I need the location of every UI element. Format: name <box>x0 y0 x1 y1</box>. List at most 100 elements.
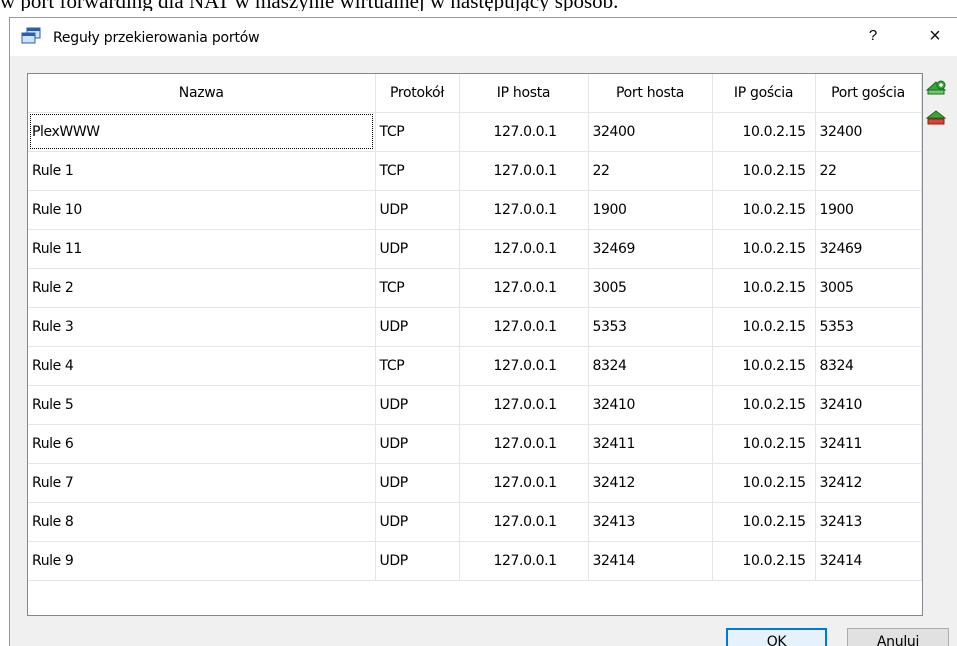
cell-guest-ip[interactable]: 10.0.2.15 <box>712 112 816 152</box>
cell-guest-ip[interactable]: 10.0.2.15 <box>712 385 816 425</box>
cell-protocol[interactable]: UDP <box>375 190 460 230</box>
cell-guest-ip[interactable]: 10.0.2.15 <box>712 502 816 542</box>
column-header-guest-port[interactable]: Port gościa <box>815 74 922 113</box>
table-row[interactable]: Rule 4 TCP 127.0.0.1 8324 10.0.2.15 8324 <box>28 346 922 386</box>
cell-guest-ip[interactable]: 10.0.2.15 <box>712 307 816 347</box>
help-button[interactable]: ? <box>861 23 885 49</box>
column-header-name[interactable]: Nazwa <box>28 74 376 113</box>
cell-name[interactable]: Rule 7 <box>28 463 376 503</box>
cell-host-port[interactable]: 32412 <box>588 463 713 503</box>
cell-guest-port[interactable]: 32412 <box>815 463 922 503</box>
column-header-host-ip[interactable]: IP hosta <box>459 74 589 113</box>
cell-host-port[interactable]: 22 <box>588 151 713 191</box>
cell-name[interactable]: Rule 6 <box>28 424 376 464</box>
port-forwarding-dialog: Reguły przekierowania portów ? × Nazwa P… <box>9 17 957 646</box>
cell-guest-port[interactable]: 32411 <box>815 424 922 464</box>
table-row[interactable]: Rule 10 UDP 127.0.0.1 1900 10.0.2.15 190… <box>28 190 922 230</box>
cell-name[interactable]: Rule 2 <box>28 268 376 308</box>
cell-protocol[interactable]: UDP <box>375 541 460 581</box>
cell-host-port[interactable]: 3005 <box>588 268 713 308</box>
cell-protocol[interactable]: UDP <box>375 307 460 347</box>
cell-guest-port[interactable]: 32414 <box>815 541 922 581</box>
table-row[interactable]: Rule 5 UDP 127.0.0.1 32410 10.0.2.15 324… <box>28 385 922 425</box>
table-row[interactable]: Rule 6 UDP 127.0.0.1 32411 10.0.2.15 324… <box>28 424 922 464</box>
table-row[interactable]: Rule 11 UDP 127.0.0.1 32469 10.0.2.15 32… <box>28 229 922 269</box>
cell-name[interactable]: Rule 11 <box>28 229 376 269</box>
cell-name[interactable]: PlexWWW <box>28 112 376 152</box>
column-header-protocol[interactable]: Protokół <box>375 74 460 113</box>
cell-host-ip[interactable]: 127.0.0.1 <box>459 385 589 425</box>
cell-host-ip[interactable]: 127.0.0.1 <box>459 502 589 542</box>
cell-host-ip[interactable]: 127.0.0.1 <box>459 112 589 152</box>
cell-guest-port[interactable]: 32400 <box>815 112 922 152</box>
cell-protocol[interactable]: TCP <box>375 346 460 386</box>
rules-table: Nazwa Protokół IP hosta Port hosta IP go… <box>28 74 922 581</box>
column-header-host-port[interactable]: Port hosta <box>588 74 713 113</box>
cell-name[interactable]: Rule 5 <box>28 385 376 425</box>
cell-guest-ip[interactable]: 10.0.2.15 <box>712 268 816 308</box>
ok-button[interactable]: OK <box>726 628 827 646</box>
cell-host-ip[interactable]: 127.0.0.1 <box>459 541 589 581</box>
cell-host-port[interactable]: 1900 <box>588 190 713 230</box>
cell-protocol[interactable]: TCP <box>375 151 460 191</box>
cell-name[interactable]: Rule 9 <box>28 541 376 581</box>
cell-name[interactable]: Rule 10 <box>28 190 376 230</box>
table-row[interactable]: Rule 7 UDP 127.0.0.1 32412 10.0.2.15 324… <box>28 463 922 503</box>
cell-protocol[interactable]: TCP <box>375 112 460 152</box>
table-row[interactable]: PlexWWW TCP 127.0.0.1 32400 10.0.2.15 32… <box>28 112 922 152</box>
cell-protocol[interactable]: UDP <box>375 502 460 542</box>
cell-guest-ip[interactable]: 10.0.2.15 <box>712 463 816 503</box>
background-document-text: w port forwarding dla NAT w maszynie wir… <box>0 0 957 11</box>
table-row[interactable]: Rule 9 UDP 127.0.0.1 32414 10.0.2.15 324… <box>28 541 922 581</box>
cell-host-port[interactable]: 32469 <box>588 229 713 269</box>
cell-protocol[interactable]: UDP <box>375 424 460 464</box>
table-row[interactable]: Rule 8 UDP 127.0.0.1 32413 10.0.2.15 324… <box>28 502 922 542</box>
cell-guest-port[interactable]: 32413 <box>815 502 922 542</box>
cell-host-port[interactable]: 32414 <box>588 541 713 581</box>
cell-guest-port[interactable]: 22 <box>815 151 922 191</box>
cell-guest-ip[interactable]: 10.0.2.15 <box>712 229 816 269</box>
cell-protocol[interactable]: UDP <box>375 229 460 269</box>
cell-protocol[interactable]: TCP <box>375 268 460 308</box>
remove-rule-icon[interactable] <box>925 109 947 129</box>
cell-guest-ip[interactable]: 10.0.2.15 <box>712 190 816 230</box>
cell-guest-port[interactable]: 32469 <box>815 229 922 269</box>
cell-host-ip[interactable]: 127.0.0.1 <box>459 307 589 347</box>
cell-host-ip[interactable]: 127.0.0.1 <box>459 346 589 386</box>
cell-guest-ip[interactable]: 10.0.2.15 <box>712 541 816 581</box>
cell-host-ip[interactable]: 127.0.0.1 <box>459 268 589 308</box>
cell-host-port[interactable]: 32400 <box>588 112 713 152</box>
cell-guest-port[interactable]: 3005 <box>815 268 922 308</box>
cell-name[interactable]: Rule 3 <box>28 307 376 347</box>
cell-protocol[interactable]: UDP <box>375 463 460 503</box>
cell-host-ip[interactable]: 127.0.0.1 <box>459 151 589 191</box>
cell-guest-port[interactable]: 32410 <box>815 385 922 425</box>
cell-name[interactable]: Rule 4 <box>28 346 376 386</box>
cell-guest-port[interactable]: 1900 <box>815 190 922 230</box>
cell-protocol[interactable]: UDP <box>375 385 460 425</box>
cell-host-ip[interactable]: 127.0.0.1 <box>459 424 589 464</box>
column-header-guest-ip[interactable]: IP gościa <box>712 74 816 113</box>
cancel-button[interactable]: Anuluj <box>847 628 949 646</box>
cell-host-ip[interactable]: 127.0.0.1 <box>459 229 589 269</box>
cell-host-port[interactable]: 5353 <box>588 307 713 347</box>
table-row[interactable]: Rule 3 UDP 127.0.0.1 5353 10.0.2.15 5353 <box>28 307 922 347</box>
cell-guest-ip[interactable]: 10.0.2.15 <box>712 424 816 464</box>
close-button[interactable]: × <box>920 22 950 50</box>
cell-name[interactable]: Rule 8 <box>28 502 376 542</box>
cell-guest-ip[interactable]: 10.0.2.15 <box>712 346 816 386</box>
cell-host-ip[interactable]: 127.0.0.1 <box>459 463 589 503</box>
cell-host-ip[interactable]: 127.0.0.1 <box>459 190 589 230</box>
cell-host-port[interactable]: 32413 <box>588 502 713 542</box>
table-header-row: Nazwa Protokół IP hosta Port hosta IP go… <box>28 74 922 113</box>
cell-host-port[interactable]: 32411 <box>588 424 713 464</box>
cell-name[interactable]: Rule 1 <box>28 151 376 191</box>
table-row[interactable]: Rule 1 TCP 127.0.0.1 22 10.0.2.15 22 <box>28 151 922 191</box>
cell-guest-port[interactable]: 8324 <box>815 346 922 386</box>
add-rule-icon[interactable] <box>925 79 947 99</box>
cell-host-port[interactable]: 32410 <box>588 385 713 425</box>
cell-host-port[interactable]: 8324 <box>588 346 713 386</box>
cell-guest-ip[interactable]: 10.0.2.15 <box>712 151 816 191</box>
table-row[interactable]: Rule 2 TCP 127.0.0.1 3005 10.0.2.15 3005 <box>28 268 922 308</box>
cell-guest-port[interactable]: 5353 <box>815 307 922 347</box>
